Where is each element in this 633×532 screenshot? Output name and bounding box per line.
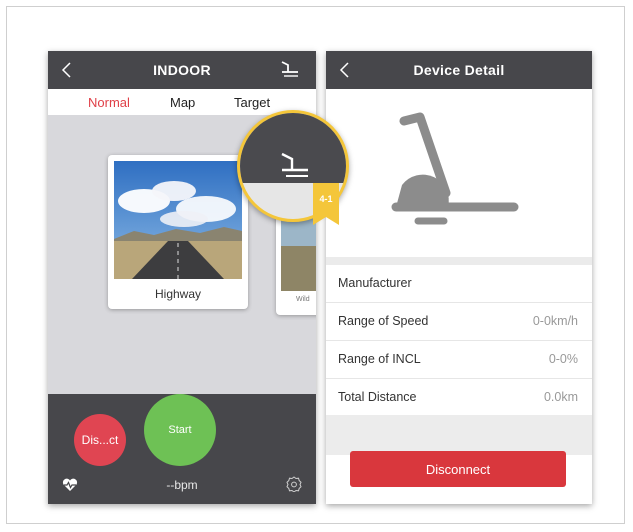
nav-bar: INDOOR	[48, 51, 316, 89]
treadmill-icon	[281, 152, 308, 177]
spec-value: 0.0km	[543, 390, 578, 404]
tab-target[interactable]: Target	[234, 95, 270, 110]
gear-icon[interactable]	[286, 476, 302, 492]
spec-value: 0-0%	[548, 352, 578, 366]
scene-card-highway[interactable]: Highway	[108, 155, 248, 309]
spec-row-manufacturer: Manufacturer	[326, 265, 592, 303]
spec-value: 0-0km/h	[532, 314, 578, 328]
spec-label: Manufacturer	[338, 276, 412, 290]
disconnect-button[interactable]: Disconnect	[350, 451, 566, 487]
spec-label: Range of Speed	[338, 314, 429, 328]
tab-normal[interactable]: Normal	[88, 95, 130, 110]
spacer	[326, 415, 592, 455]
highway-image	[114, 161, 242, 279]
spec-list: Manufacturer Range of Speed 0-0km/h Rang…	[326, 265, 592, 417]
device-hero	[326, 89, 592, 257]
spec-row-distance: Total Distance 0.0km	[326, 379, 592, 417]
scene-label: Highway	[154, 287, 202, 301]
disconnect-button[interactable]: Dis...ct	[74, 414, 126, 466]
treadmill-icon	[391, 112, 519, 225]
page-title: Device Detail	[413, 62, 505, 78]
control-panel: Dis...ct Start --bpm	[48, 394, 316, 504]
spec-row-speed: Range of Speed 0-0km/h	[326, 303, 592, 341]
page-title: INDOOR	[153, 62, 211, 78]
spec-label: Total Distance	[338, 390, 417, 404]
scene-label: Wild	[296, 296, 310, 303]
spec-label: Range of INCL	[338, 352, 421, 366]
step-badge-label: 4-1	[319, 194, 333, 204]
step-badge-icon	[313, 183, 339, 225]
treadmill-icon[interactable]	[278, 59, 300, 79]
start-button[interactable]: Start	[144, 394, 216, 466]
mode-tabs: Normal Map Target	[48, 89, 316, 115]
heart-rate-value: --bpm	[166, 478, 198, 492]
section-divider	[326, 257, 592, 265]
tab-map[interactable]: Map	[170, 95, 195, 110]
device-detail-screen: Device Detail Manufacturer Range of Spee…	[326, 51, 592, 504]
spec-row-incline: Range of INCL 0-0%	[326, 341, 592, 379]
nav-bar: Device Detail	[326, 51, 592, 89]
